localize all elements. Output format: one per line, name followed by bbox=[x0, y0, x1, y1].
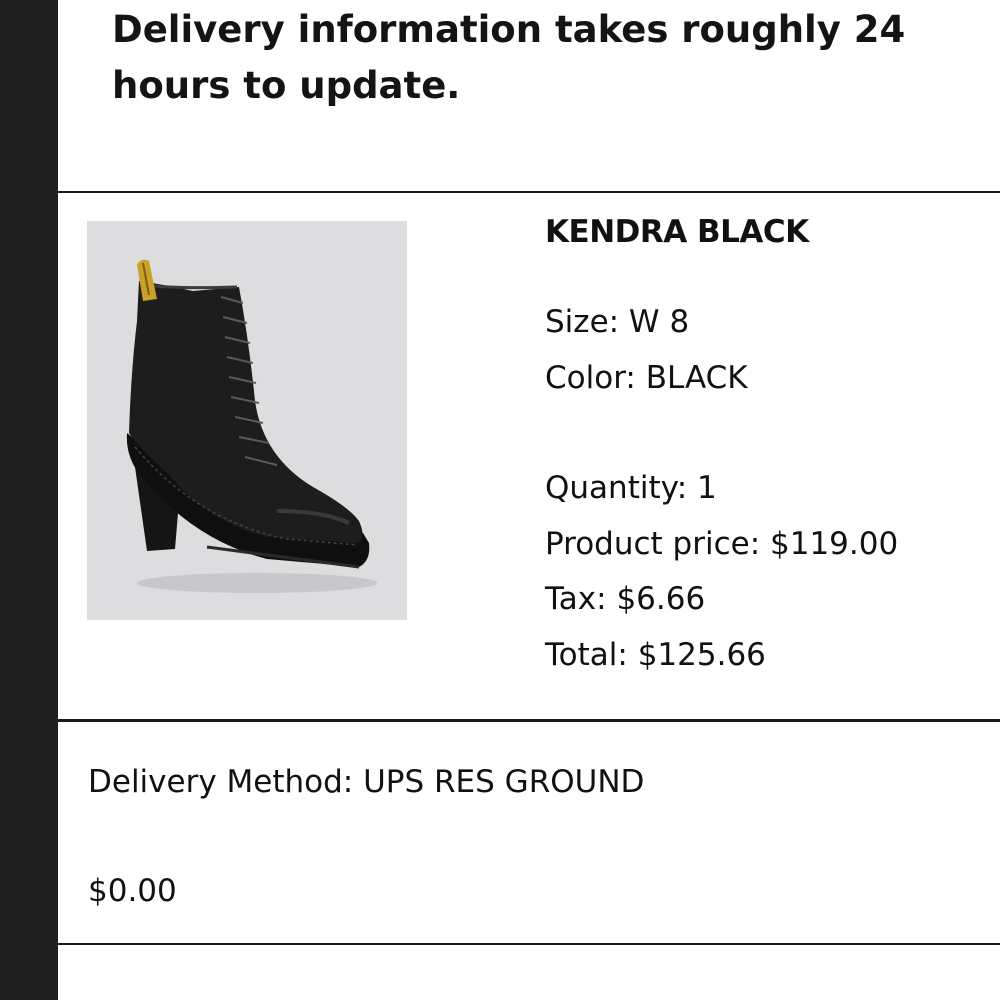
delivery-cost: $0.00 bbox=[88, 873, 177, 909]
product-name[interactable]: KENDRA BLACK bbox=[545, 210, 809, 254]
delivery-update-notice: Delivery information takes roughly 24 ho… bbox=[112, 8, 906, 107]
product-quantity: Quantity: 1 bbox=[545, 470, 717, 506]
boot-icon bbox=[126, 259, 377, 593]
product-tax: Tax: $6.66 bbox=[545, 581, 706, 617]
product-size: Size: W 8 bbox=[545, 304, 690, 340]
delivery-method: Delivery Method: UPS RES GROUND bbox=[88, 764, 645, 800]
product-image[interactable] bbox=[87, 221, 407, 620]
divider-top bbox=[58, 191, 1000, 193]
divider-middle bbox=[58, 719, 1000, 722]
product-color: Color: BLACK bbox=[545, 360, 748, 396]
left-sidebar-strip bbox=[0, 0, 58, 1000]
product-total: Total: $125.66 bbox=[545, 637, 766, 673]
divider-bottom bbox=[58, 943, 1000, 945]
product-price: Product price: $119.00 bbox=[545, 526, 899, 562]
order-details-page: Delivery information takes roughly 24 ho… bbox=[0, 0, 1000, 1000]
